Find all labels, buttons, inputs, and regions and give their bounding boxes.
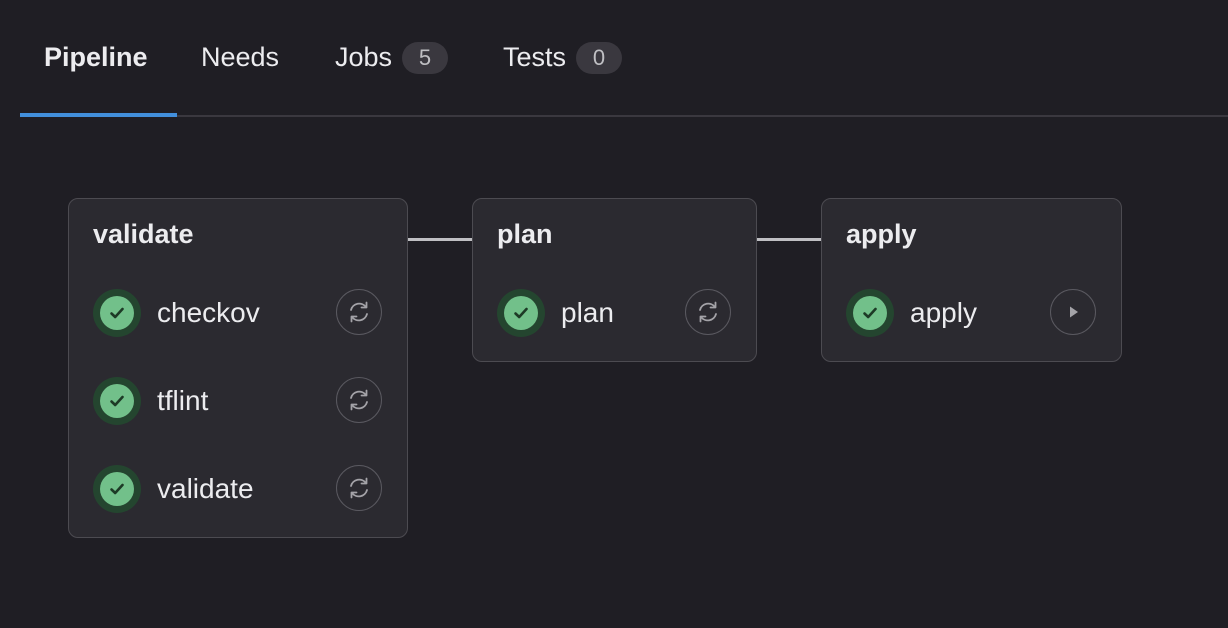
retry-button[interactable] <box>336 377 382 423</box>
job-name: apply <box>910 297 977 328</box>
job-name: tflint <box>157 385 209 416</box>
retry-button[interactable] <box>685 289 731 335</box>
stage-title: apply <box>846 219 917 249</box>
retry-icon <box>699 301 717 323</box>
play-button[interactable] <box>1050 289 1096 335</box>
active-tab-indicator <box>20 113 177 117</box>
tab-pipeline[interactable]: Pipeline <box>44 0 148 117</box>
job-checkov[interactable]: checkov <box>93 288 260 338</box>
tab-tests-label: Tests <box>503 42 567 72</box>
stage-connector <box>407 238 473 241</box>
tab-pipeline-label: Pipeline <box>44 42 148 72</box>
stage-title: plan <box>497 219 553 249</box>
job-tflint[interactable]: tflint <box>93 376 208 426</box>
retry-icon <box>350 477 368 499</box>
tab-jobs-label: Jobs <box>335 42 393 72</box>
pipeline-tabs: Pipeline Needs Jobs 5 Tests 0 <box>20 0 1228 117</box>
stage-validate: validate checkov tflint validate <box>68 198 408 538</box>
tab-jobs[interactable]: Jobs 5 <box>335 0 449 117</box>
job-name: plan <box>561 297 614 328</box>
retry-button[interactable] <box>336 465 382 511</box>
tab-needs-label: Needs <box>201 42 280 72</box>
play-icon <box>1070 306 1078 318</box>
retry-button[interactable] <box>336 289 382 335</box>
tests-count-badge: 0 <box>576 41 623 74</box>
status-success-icon <box>497 289 545 337</box>
job-apply[interactable]: apply <box>846 288 977 338</box>
jobs-count-badge: 5 <box>402 41 449 74</box>
stage-apply: apply apply <box>821 198 1122 362</box>
job-name: validate <box>157 473 254 504</box>
retry-icon <box>350 389 368 411</box>
stage-plan: plan plan <box>472 198 757 362</box>
retry-icon <box>350 301 368 323</box>
job-validate[interactable]: validate <box>93 464 254 514</box>
status-success-icon <box>93 377 141 425</box>
job-name: checkov <box>157 297 260 328</box>
tab-needs[interactable]: Needs <box>201 0 279 117</box>
tab-tests[interactable]: Tests 0 <box>503 0 623 117</box>
job-plan[interactable]: plan <box>497 288 614 338</box>
stage-title: validate <box>93 219 194 249</box>
status-success-icon <box>93 465 141 513</box>
status-success-icon <box>93 289 141 337</box>
stage-connector <box>756 238 822 241</box>
status-success-icon <box>846 289 894 337</box>
